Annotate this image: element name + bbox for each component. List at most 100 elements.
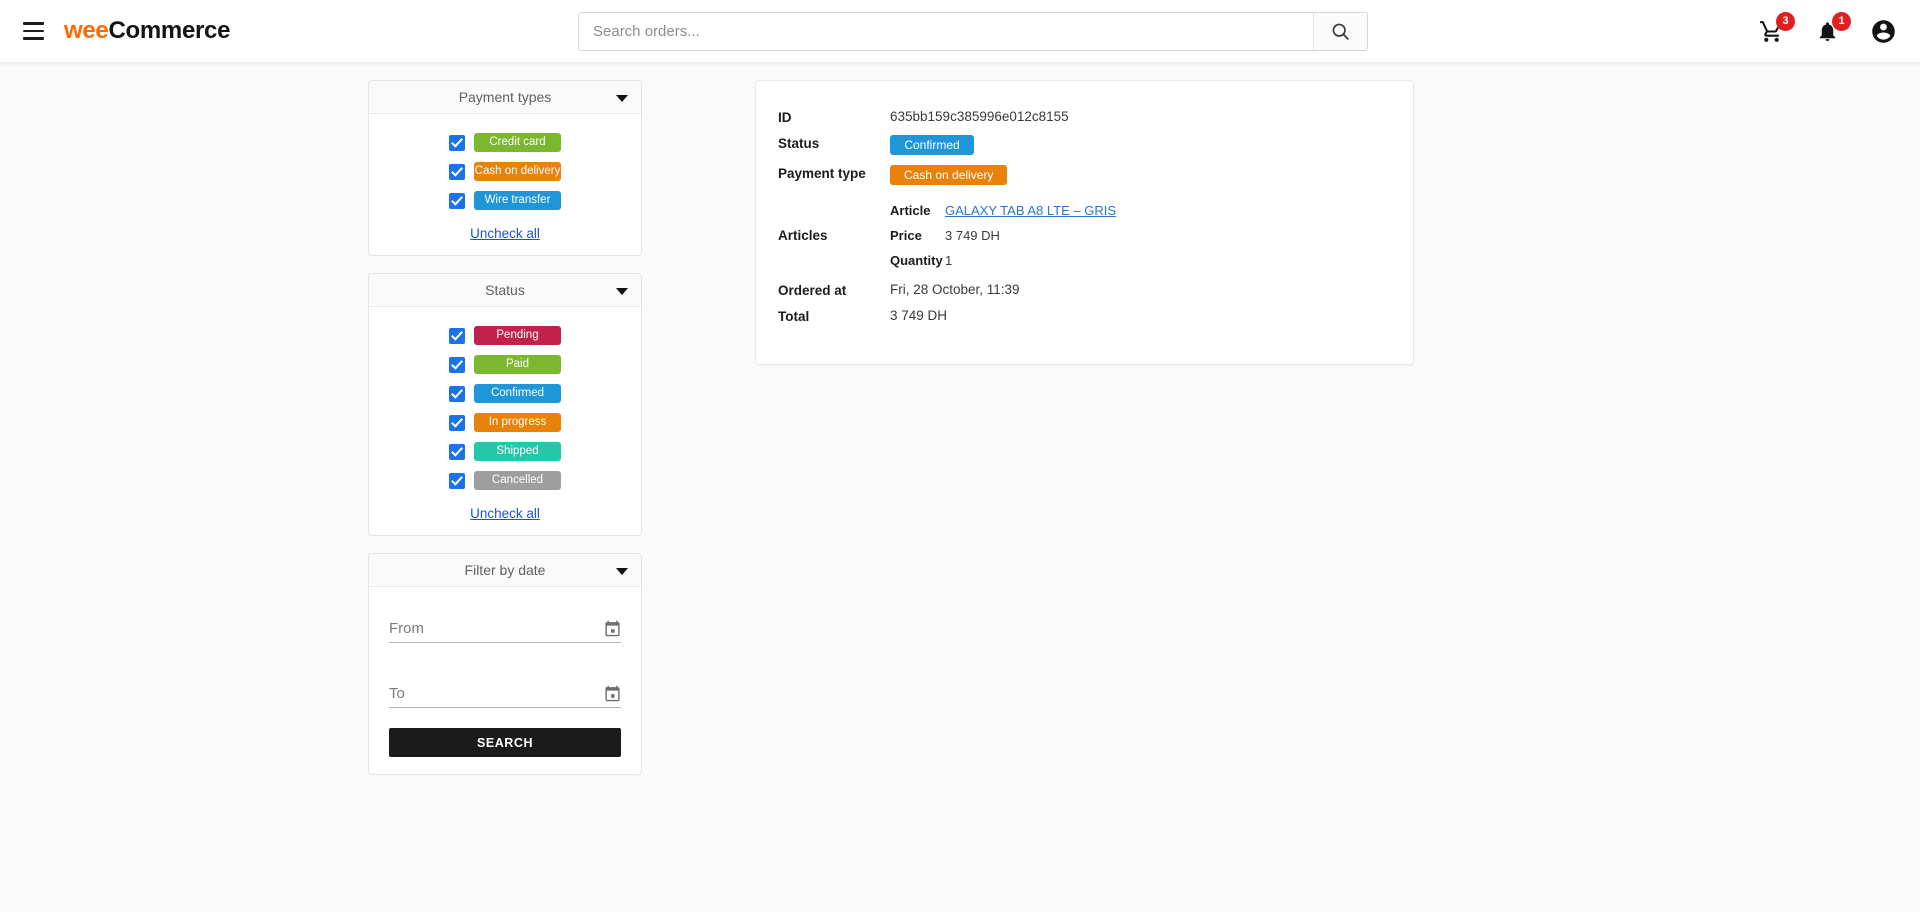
checkbox-in-progress[interactable] xyxy=(449,415,465,431)
order-status-label: Status xyxy=(778,135,890,151)
payment-types-panel-header[interactable]: Payment types xyxy=(369,81,641,114)
date-to-input[interactable] xyxy=(389,685,621,707)
pill-in-progress[interactable]: In progress xyxy=(474,413,561,432)
payment-types-uncheck-all-link[interactable]: Uncheck all xyxy=(470,226,540,241)
filter-row-paid: Paid xyxy=(449,355,561,374)
date-filter-panel-body: SEARCH xyxy=(369,587,641,774)
article-quantity-label: Quantity xyxy=(890,253,945,268)
order-total-label: Total xyxy=(778,308,890,324)
filter-row-pending: Pending xyxy=(449,326,561,345)
date-filter-panel-header[interactable]: Filter by date xyxy=(369,554,641,587)
article-quantity-row: Quantity 1 xyxy=(890,253,1116,268)
article-quantity-value: 1 xyxy=(945,253,952,268)
order-total-value: 3 749 DH xyxy=(890,308,947,323)
status-panel: Status Pending Paid Confirmed xyxy=(368,273,642,536)
filter-row-cash-on-delivery: Cash on delivery xyxy=(449,162,561,181)
date-from-field xyxy=(389,609,621,643)
chevron-down-icon[interactable] xyxy=(616,568,628,575)
pill-credit-card[interactable]: Credit card xyxy=(474,133,561,152)
search-bar xyxy=(578,12,1368,51)
page-content: Payment types Credit card Cash on delive… xyxy=(0,63,1920,775)
notifications-badge: 1 xyxy=(1832,12,1851,31)
brand-prefix: wee xyxy=(64,17,108,44)
pill-shipped[interactable]: Shipped xyxy=(474,442,561,461)
date-search-button[interactable]: SEARCH xyxy=(389,728,621,757)
checkbox-pending[interactable] xyxy=(449,328,465,344)
status-panel-header[interactable]: Status xyxy=(369,274,641,307)
checkbox-cash-on-delivery[interactable] xyxy=(449,164,465,180)
order-id-row: ID 635bb159c385996e012c8155 xyxy=(778,109,1381,125)
checkbox-cancelled[interactable] xyxy=(449,473,465,489)
checkbox-confirmed[interactable] xyxy=(449,386,465,402)
hamburger-line xyxy=(23,22,44,25)
order-date-row: Ordered at Fri, 28 October, 11:39 xyxy=(778,282,1381,298)
calendar-icon[interactable] xyxy=(604,620,621,637)
brand-logo[interactable]: weeCommerce xyxy=(64,17,230,45)
filter-row-shipped: Shipped xyxy=(449,442,561,461)
date-filter-panel: Filter by date xyxy=(368,553,642,775)
search-input[interactable] xyxy=(579,13,1313,50)
status-panel-body: Pending Paid Confirmed In progress Shipp xyxy=(369,307,641,535)
hamburger-line xyxy=(23,30,44,33)
cart-badge: 3 xyxy=(1776,12,1795,31)
order-articles-label: Articles xyxy=(778,228,890,243)
cart-button[interactable]: 3 xyxy=(1756,17,1786,47)
pill-cancelled[interactable]: Cancelled xyxy=(474,471,561,490)
payment-types-panel-title: Payment types xyxy=(459,89,552,105)
payment-types-panel: Payment types Credit card Cash on delive… xyxy=(368,80,642,256)
order-date-value: Fri, 28 October, 11:39 xyxy=(890,282,1020,297)
notifications-button[interactable]: 1 xyxy=(1812,17,1842,47)
status-panel-title: Status xyxy=(485,282,525,298)
pill-cash-on-delivery[interactable]: Cash on delivery xyxy=(474,162,561,181)
article-name-label: Article xyxy=(890,203,945,218)
article-price-label: Price xyxy=(890,228,945,243)
search-icon xyxy=(1330,21,1351,42)
article-price-value: 3 749 DH xyxy=(945,228,1000,243)
order-payment-type-label: Payment type xyxy=(778,165,890,181)
filter-row-in-progress: In progress xyxy=(449,413,561,432)
order-status-row: Status Confirmed xyxy=(778,135,1381,155)
pill-confirmed[interactable]: Confirmed xyxy=(474,384,561,403)
checkbox-paid[interactable] xyxy=(449,357,465,373)
chevron-down-icon[interactable] xyxy=(616,288,628,295)
hamburger-line xyxy=(23,37,44,40)
order-detail-card: ID 635bb159c385996e012c8155 Status Confi… xyxy=(755,80,1414,365)
calendar-icon[interactable] xyxy=(604,685,621,702)
order-payment-type-row: Payment type Cash on delivery xyxy=(778,165,1381,185)
order-article-rows: Article GALAXY TAB A8 LTE – GRIS Price 3… xyxy=(890,203,1116,268)
filters-sidebar: Payment types Credit card Cash on delive… xyxy=(368,80,642,775)
order-payment-type-badge: Cash on delivery xyxy=(890,165,1007,185)
order-id-value: 635bb159c385996e012c8155 xyxy=(890,109,1069,124)
checkbox-shipped[interactable] xyxy=(449,444,465,460)
date-to-field xyxy=(389,674,621,708)
article-name-link[interactable]: GALAXY TAB A8 LTE – GRIS xyxy=(945,203,1116,218)
chevron-down-icon[interactable] xyxy=(616,95,628,102)
brand-suffix: Commerce xyxy=(108,17,230,44)
search-submit-button[interactable] xyxy=(1313,13,1367,50)
date-filter-panel-title: Filter by date xyxy=(465,562,546,578)
account-button[interactable] xyxy=(1868,17,1898,47)
hamburger-menu-icon[interactable] xyxy=(18,16,48,46)
order-articles-section: Articles Article GALAXY TAB A8 LTE – GRI… xyxy=(778,203,1381,268)
order-status-badge: Confirmed xyxy=(890,135,974,155)
pill-pending[interactable]: Pending xyxy=(474,326,561,345)
payment-types-panel-body: Credit card Cash on delivery Wire transf… xyxy=(369,114,641,255)
pill-paid[interactable]: Paid xyxy=(474,355,561,374)
order-total-row: Total 3 749 DH xyxy=(778,308,1381,324)
filter-row-wire-transfer: Wire transfer xyxy=(449,191,561,210)
filter-row-confirmed: Confirmed xyxy=(449,384,561,403)
order-date-label: Ordered at xyxy=(778,282,890,298)
top-bar-actions: 3 1 xyxy=(1756,0,1898,63)
pill-wire-transfer[interactable]: Wire transfer xyxy=(474,191,561,210)
status-uncheck-all-link[interactable]: Uncheck all xyxy=(470,506,540,521)
order-id-label: ID xyxy=(778,109,890,125)
checkbox-credit-card[interactable] xyxy=(449,135,465,151)
article-price-row: Price 3 749 DH xyxy=(890,228,1116,243)
date-from-input[interactable] xyxy=(389,620,621,642)
checkbox-wire-transfer[interactable] xyxy=(449,193,465,209)
filter-row-cancelled: Cancelled xyxy=(449,471,561,490)
filter-row-credit-card: Credit card xyxy=(449,133,561,152)
account-circle-icon xyxy=(1870,18,1897,45)
article-name-row: Article GALAXY TAB A8 LTE – GRIS xyxy=(890,203,1116,218)
top-bar: weeCommerce 3 1 xyxy=(0,0,1920,63)
